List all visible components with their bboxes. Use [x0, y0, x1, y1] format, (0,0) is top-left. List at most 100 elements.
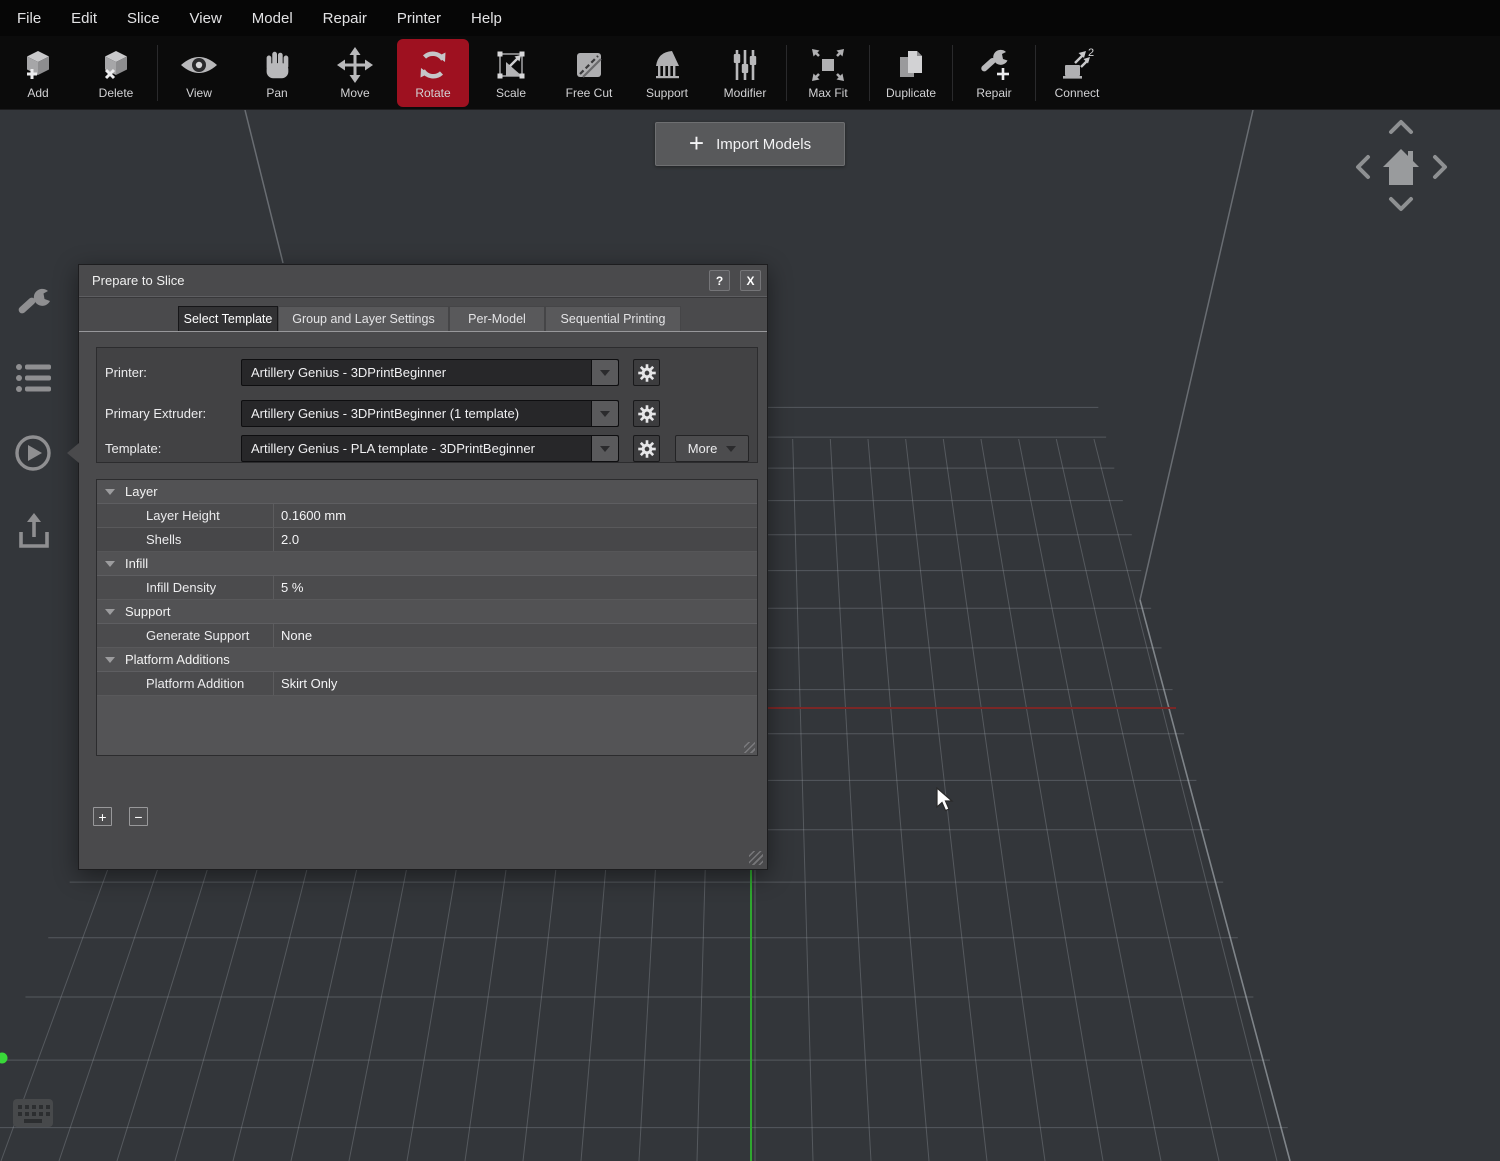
gear-icon	[637, 404, 657, 424]
prepare-to-slice-dialog: Prepare to Slice ? X Select Template Gro…	[78, 264, 768, 870]
cube-delete-icon	[98, 45, 134, 85]
menu-repair[interactable]: Repair	[323, 10, 367, 27]
modifier-button[interactable]: Modifier	[709, 39, 781, 107]
printer-dropdown[interactable]: Artillery Genius - 3DPrintBeginner	[241, 359, 619, 386]
template-dropdown[interactable]: Artillery Genius - PLA template - 3DPrin…	[241, 435, 619, 462]
tab-sequential-printing[interactable]: Sequential Printing	[545, 306, 681, 331]
free-cut-button[interactable]: Free Cut	[553, 39, 625, 107]
tree-group-infill[interactable]: Infill	[97, 552, 757, 576]
toolbar-separator	[786, 45, 787, 101]
plus-icon: +	[689, 130, 704, 156]
menu-file[interactable]: File	[17, 10, 41, 27]
keyboard-icon[interactable]	[12, 1094, 54, 1137]
pan-button[interactable]: Pan	[241, 39, 313, 107]
toolbar-separator	[1035, 45, 1036, 101]
nav-down-icon[interactable]	[1388, 196, 1414, 213]
toolbar-separator	[869, 45, 870, 101]
slicer-app: { "menu": { "items": ["File", "Edit", "S…	[0, 0, 1500, 1161]
remove-template-button[interactable]: −	[129, 807, 148, 826]
template-settings-tree: Layer Layer Height 0.1600 mm Shells 2.0 …	[96, 479, 758, 756]
template-label: Template:	[105, 441, 161, 456]
free-cut-icon	[571, 45, 607, 85]
scale-box-icon	[493, 45, 529, 85]
menu-model[interactable]: Model	[252, 10, 293, 27]
support-button[interactable]: Support	[631, 39, 703, 107]
primary-extruder-label: Primary Extruder:	[105, 406, 206, 421]
tree-item-generate-support[interactable]: Generate Support None	[97, 624, 757, 648]
support-overhang-icon	[649, 45, 685, 85]
menu-slice[interactable]: Slice	[127, 10, 160, 27]
tree-group-layer[interactable]: Layer	[97, 480, 757, 504]
sliders-icon	[727, 45, 763, 85]
wrench-icon[interactable]	[14, 284, 54, 329]
caret-down-icon	[105, 489, 115, 495]
tree-item-layer-height[interactable]: Layer Height 0.1600 mm	[97, 504, 757, 528]
move-arrows-icon	[337, 45, 373, 85]
max-fit-button[interactable]: Max Fit	[792, 39, 864, 107]
dialog-resize-grip[interactable]	[749, 851, 763, 865]
primary-extruder-dropdown[interactable]: Artillery Genius - 3DPrintBeginner (1 te…	[241, 400, 619, 427]
template-row: Template: Artillery Genius - PLA templat…	[97, 435, 757, 462]
caret-down-icon	[105, 561, 115, 567]
toolbar-separator	[952, 45, 953, 101]
view-button[interactable]: View	[163, 39, 235, 107]
chevron-down-icon	[591, 436, 618, 461]
tab-group-and-layer-settings[interactable]: Group and Layer Settings	[278, 306, 449, 331]
template-settings-gear-button[interactable]	[633, 435, 660, 462]
close-button[interactable]: X	[740, 270, 761, 291]
nav-right-icon[interactable]	[1432, 154, 1449, 180]
connect-button[interactable]: 2 Connect	[1041, 39, 1113, 107]
menu-edit[interactable]: Edit	[71, 10, 97, 27]
menu-help[interactable]: Help	[471, 10, 502, 27]
cube-add-icon	[20, 45, 56, 85]
chevron-down-icon	[591, 401, 618, 426]
tree-item-platform-addition[interactable]: Platform Addition Skirt Only	[97, 672, 757, 696]
gear-icon	[637, 439, 657, 459]
menu-view[interactable]: View	[190, 10, 222, 27]
chevron-down-icon	[726, 446, 736, 452]
scale-button[interactable]: Scale	[475, 39, 547, 107]
hand-icon	[260, 45, 294, 85]
add-template-button[interactable]: +	[93, 807, 112, 826]
tree-item-shells[interactable]: Shells 2.0	[97, 528, 757, 552]
duplicate-button[interactable]: Duplicate	[875, 39, 947, 107]
repair-button[interactable]: Repair	[958, 39, 1030, 107]
printer-label: Printer:	[105, 365, 147, 380]
max-fit-icon	[810, 45, 846, 85]
tab-per-model[interactable]: Per-Model	[449, 306, 545, 331]
delete-button[interactable]: Delete	[80, 39, 152, 107]
svg-text:2: 2	[1088, 47, 1094, 59]
import-models-button[interactable]: + Import Models	[655, 122, 845, 166]
printer-settings-gear-button[interactable]	[633, 359, 660, 386]
extruder-settings-gear-button[interactable]	[633, 400, 660, 427]
move-button[interactable]: Move	[319, 39, 391, 107]
more-button[interactable]: More	[675, 435, 749, 462]
tree-group-platform-additions[interactable]: Platform Additions	[97, 648, 757, 672]
export-icon[interactable]	[14, 510, 54, 555]
menu-bar: File Edit Slice View Model Repair Printe…	[0, 0, 1500, 36]
tree-item-infill-density[interactable]: Infill Density 5 %	[97, 576, 757, 600]
list-icon[interactable]	[14, 360, 52, 401]
nav-left-icon[interactable]	[1354, 154, 1371, 180]
rotate-button[interactable]: Rotate	[397, 39, 469, 107]
add-button[interactable]: Add	[2, 39, 74, 107]
caret-down-icon	[105, 609, 115, 615]
printer-row: Printer: Artillery Genius - 3DPrintBegin…	[97, 359, 757, 386]
primary-extruder-row: Primary Extruder: Artillery Genius - 3DP…	[97, 400, 757, 427]
duplicate-pages-icon	[893, 45, 929, 85]
dialog-title: Prepare to Slice	[92, 273, 699, 288]
wrench-plus-icon	[976, 45, 1012, 85]
dialog-title-bar[interactable]: Prepare to Slice ? X	[79, 265, 767, 297]
help-button[interactable]: ?	[709, 270, 730, 291]
tree-resize-grip[interactable]	[744, 742, 755, 753]
menu-printer[interactable]: Printer	[397, 10, 441, 27]
view-navigation-cluster	[1348, 110, 1454, 218]
nav-up-icon[interactable]	[1388, 118, 1414, 135]
dialog-tabs: Select Template Group and Layer Settings…	[79, 306, 767, 332]
rotate-arrows-icon	[415, 45, 451, 85]
play-icon[interactable]	[14, 434, 52, 477]
chevron-down-icon	[591, 360, 618, 385]
home-icon[interactable]	[1381, 145, 1421, 187]
tree-group-support[interactable]: Support	[97, 600, 757, 624]
tab-select-template[interactable]: Select Template	[178, 306, 278, 331]
